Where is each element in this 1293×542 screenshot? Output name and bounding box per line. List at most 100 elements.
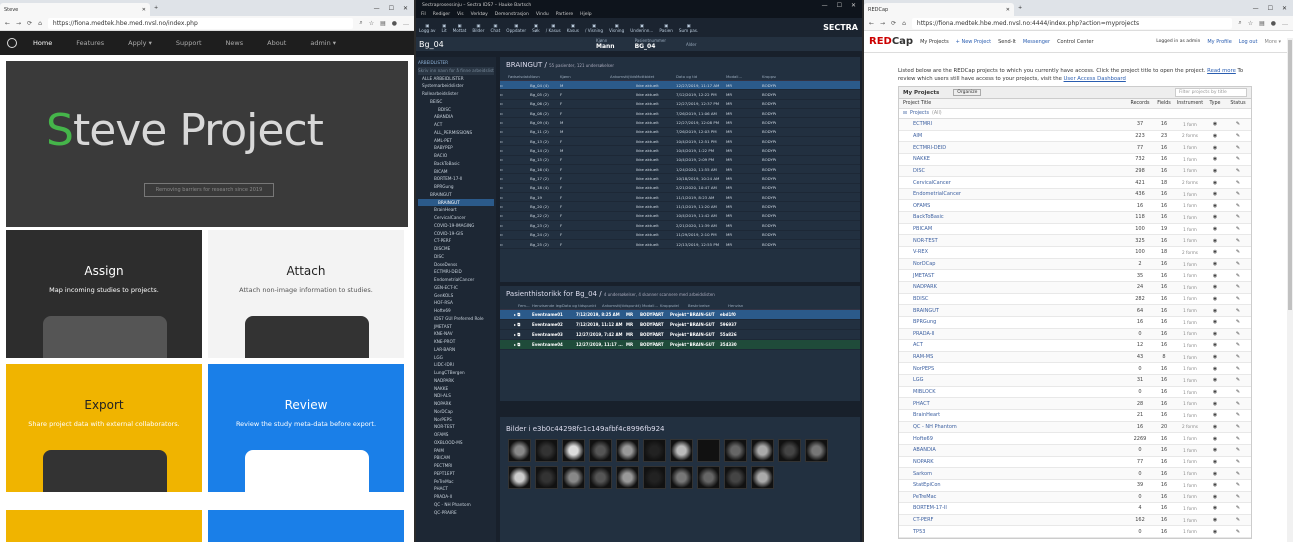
tree-item[interactable]: KNE-NAV xyxy=(418,330,494,338)
project-row[interactable]: Hofte69 2269 16 1 form ◉ ✎ xyxy=(899,433,1251,445)
forward-icon[interactable]: → xyxy=(880,20,885,27)
project-title-link[interactable]: NAKKE xyxy=(899,156,1127,162)
image-thumbnail[interactable] xyxy=(670,439,693,462)
menu-icon[interactable]: … xyxy=(403,20,409,27)
project-title-link[interactable]: BORTEM-17-II xyxy=(899,505,1127,511)
tree-item[interactable]: Hofte69 xyxy=(418,307,494,315)
project-row[interactable]: ECTMRI 37 16 1 form ◉ ✎ xyxy=(899,119,1251,131)
filter-projects-input[interactable]: Filter projects by title xyxy=(1175,88,1247,97)
history-col-header[interactable]: Dato og tidspunkt xyxy=(562,303,602,308)
project-row[interactable]: NAKKE 732 16 1 form ◉ ✎ xyxy=(899,154,1251,166)
toolbar-button[interactable]: ▣ / Kasus xyxy=(546,23,561,33)
image-thumbnail[interactable] xyxy=(562,439,585,462)
favorite-icon[interactable]: ☆ xyxy=(369,20,374,27)
project-title-link[interactable]: PHACT xyxy=(899,401,1127,407)
project-title-link[interactable]: NOR-TEST xyxy=(899,238,1127,244)
nav-apply[interactable]: Apply ▾ xyxy=(128,39,152,47)
tree-item[interactable]: PBICAM xyxy=(418,454,494,462)
menu-edit[interactable]: Rediger xyxy=(433,12,450,17)
menu-parties[interactable]: Partiere xyxy=(556,12,573,17)
project-title-link[interactable]: BackToBasic xyxy=(899,214,1127,220)
project-row[interactable]: CervicalCancer 421 18 2 forms ◉ ✎ xyxy=(899,177,1251,189)
menu-file[interactable]: Fil xyxy=(421,12,426,17)
image-thumbnail[interactable] xyxy=(616,439,639,462)
project-title-link[interactable]: NorDCap xyxy=(899,261,1127,267)
close-icon[interactable]: ✕ xyxy=(142,7,146,13)
profile-icon[interactable]: ● xyxy=(1271,20,1276,27)
history-row[interactable]: ▸ ⧉ Eventname01 7/12/2019, 8:25 AM MR BODYPA… xyxy=(500,310,860,320)
image-thumbnail[interactable] xyxy=(535,439,558,462)
tree-item[interactable]: NAKKE xyxy=(418,385,494,393)
tree-item[interactable]: LGG xyxy=(418,354,494,362)
new-tab-icon[interactable]: + xyxy=(1018,5,1022,11)
tree-item[interactable]: PeTreMac xyxy=(418,478,494,486)
worklist-col-header[interactable]: Dato og tid xyxy=(676,74,726,79)
project-title-link[interactable]: PeTreMac xyxy=(899,494,1127,500)
project-title-link[interactable]: PRADA-II xyxy=(899,331,1127,337)
menu-view[interactable]: Vis xyxy=(457,12,464,17)
project-title-link[interactable]: Hofte69 xyxy=(899,436,1127,442)
project-title-link[interactable]: BRAINGUT xyxy=(899,308,1127,314)
project-title-link[interactable]: RAM-MS xyxy=(899,354,1127,360)
project-title-link[interactable]: ECTMRI xyxy=(899,121,1127,127)
col-fields[interactable]: Fields xyxy=(1153,101,1175,106)
history-col-header[interactable]: Kroppsdel xyxy=(660,303,688,308)
tree-item[interactable]: QC - NH Phantom xyxy=(418,501,494,509)
project-row[interactable]: NOR-TEST 325 16 1 form ◉ ✎ xyxy=(899,235,1251,248)
image-thumbnail[interactable] xyxy=(562,466,585,489)
nav-my-projects[interactable]: My Projects xyxy=(920,39,949,45)
image-thumbnail[interactable] xyxy=(643,439,666,462)
worklist-col-header[interactable]: Ankomstt(tidspunkt) xyxy=(610,74,636,79)
project-title-link[interactable]: MIBLOCK xyxy=(899,389,1127,395)
user-access-dashboard-link[interactable]: User Access Dashboard xyxy=(1064,76,1126,82)
tree-item[interactable]: BABYPEP xyxy=(418,144,494,152)
back-icon[interactable]: ← xyxy=(5,20,10,27)
tree-item[interactable]: ALL_PERMISSIONS xyxy=(418,129,494,137)
tree-item[interactable]: QC-PRAIRE xyxy=(418,509,494,517)
tree-item[interactable]: HOF-RSA xyxy=(418,299,494,307)
nav-support[interactable]: Support xyxy=(176,39,202,47)
project-row[interactable]: V-REX 100 18 2 forms ◉ ✎ xyxy=(899,247,1251,259)
nav-home[interactable]: Home xyxy=(33,39,52,47)
toolbar-button[interactable]: ▣ Lit xyxy=(442,23,447,33)
history-row[interactable]: ▸ ⧉ Eventname02 7/12/2019, 11:12 AM MR BODYP… xyxy=(500,320,860,330)
worklist-row[interactable]: ▫ Bg_23 (2) F Ikke aktuelt 2/21/2020, 11:39 … xyxy=(500,221,860,231)
image-thumbnail[interactable] xyxy=(724,466,747,489)
project-title-link[interactable]: PBICAM xyxy=(899,226,1127,232)
worklist-row[interactable]: ▫ Bg_18 (4) F Ikke aktuelt 2/21/2020, 10:47 … xyxy=(500,184,860,194)
projects-folder[interactable]: ⊟ Projects (All) xyxy=(899,109,1251,119)
project-title-link[interactable]: NorPEPS xyxy=(899,366,1127,372)
project-row[interactable]: BPRGung 16 16 1 form ◉ ✎ xyxy=(899,317,1251,329)
project-row[interactable]: DISC 298 16 1 form ◉ ✎ xyxy=(899,165,1251,178)
project-title-link[interactable]: AIM xyxy=(899,133,1127,139)
toolbar-button[interactable]: ▣ Underinn... xyxy=(630,23,653,33)
worklist-col-header[interactable]: Navn xyxy=(530,74,560,79)
image-thumbnail[interactable] xyxy=(670,466,693,489)
image-thumbnail[interactable] xyxy=(508,466,531,489)
browser-tab[interactable]: REDCap ✕ xyxy=(864,3,1014,16)
image-thumbnail[interactable] xyxy=(751,439,774,462)
tree-item[interactable]: Systemarbeidslister xyxy=(418,82,494,90)
tree-item[interactable]: PHACT xyxy=(418,485,494,493)
project-title-link[interactable]: BPRGung xyxy=(899,319,1127,325)
history-row[interactable]: ▸ ⧉ Eventname04 12/27/2019, 11:17 ... MR BOD… xyxy=(500,340,860,350)
tree-item[interactable]: NOPARK xyxy=(418,400,494,408)
toolbar-button[interactable]: ▣ Oppdater xyxy=(506,23,526,33)
tree-search-input[interactable]: Skriv inn navn for å finne arbeidslister xyxy=(418,66,494,75)
tree-item[interactable]: OFAMS xyxy=(418,431,494,439)
col-title[interactable]: Project Title xyxy=(899,101,1127,106)
collections-icon[interactable]: ▤ xyxy=(1259,20,1265,27)
project-title-link[interactable]: JMETAST xyxy=(899,273,1127,279)
search-icon[interactable]: ⌕ xyxy=(359,19,362,27)
tree-item[interactable]: ECTMRI-DEID xyxy=(418,268,494,276)
profile-icon[interactable]: ● xyxy=(392,20,397,27)
worklist-row[interactable]: ▫ Bg_25 (2) F Ikke aktuelt 12/13/2019, 12:55… xyxy=(500,240,860,250)
worklist-row[interactable]: ▫ Bg_14 (2) M Ikke aktuelt 10/4/2019, 1:22 P… xyxy=(500,146,860,156)
tree-item[interactable]: NorPEPS xyxy=(418,416,494,424)
tree-item[interactable]: ACT xyxy=(418,121,494,129)
forward-icon[interactable]: → xyxy=(16,20,21,27)
project-row[interactable]: NOPARK 77 16 1 form ◉ ✎ xyxy=(899,457,1251,469)
tree-item[interactable]: KNE-PROT xyxy=(418,338,494,346)
tree-item[interactable]: LIDC-IDRI xyxy=(418,361,494,369)
project-title-link[interactable]: ECTMRI-DEID xyxy=(899,145,1127,151)
